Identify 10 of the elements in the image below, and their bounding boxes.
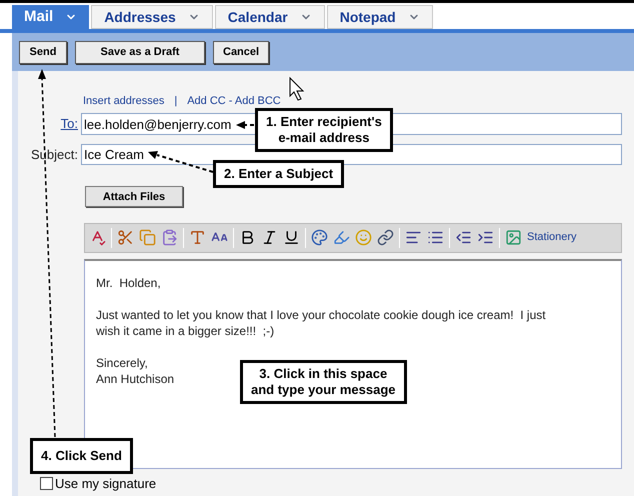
message-paragraph: Just wanted to let you know that I love your chocolate cookie dough ice cream! I just wish it came in a bigger size!!! ;-) [96, 306, 546, 338]
step-tooltip: 4. Click Send [30, 438, 133, 474]
subject-label: Subject: [31, 146, 78, 164]
step-tooltip: 3. Click in this space and type your message [240, 360, 406, 404]
message-paragraph: Mr. Holden, [96, 274, 161, 290]
link-separator: | [174, 94, 178, 109]
message-paragraph: Sincerely, Ann Hutchison [96, 354, 174, 386]
signature-label: Use my signature [55, 476, 156, 490]
step-tooltip: 1. Enter recipient's e-mail address [255, 108, 393, 152]
step-tooltip: 2. Enter a Subject [213, 160, 344, 188]
